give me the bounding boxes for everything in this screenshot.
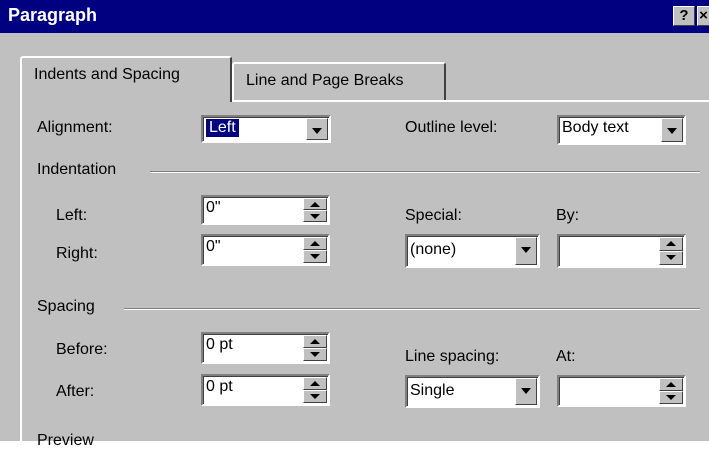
- alignment-label: Alignment:: [37, 119, 113, 136]
- tab-line-and-page-breaks[interactable]: Line and Page Breaks: [232, 62, 446, 102]
- spacing-before-label: Before:: [56, 341, 108, 358]
- chevron-down-icon[interactable]: [661, 118, 683, 142]
- indent-left-label: Left:: [56, 207, 88, 224]
- spin-up-icon[interactable]: [303, 377, 327, 390]
- spacing-before-input[interactable]: 0 pt: [201, 332, 330, 364]
- indent-right-value: 0": [206, 238, 221, 255]
- dialog-title: Paragraph: [8, 5, 98, 25]
- title-bar[interactable]: [0, 0, 709, 33]
- indent-right-input[interactable]: 0": [201, 234, 330, 266]
- close-button[interactable]: ×: [697, 6, 709, 26]
- outline-level-select[interactable]: Body text: [557, 115, 686, 145]
- at-label: At:: [556, 348, 576, 365]
- line-spacing-select[interactable]: Single: [405, 375, 540, 408]
- close-icon: ×: [699, 7, 708, 24]
- at-spinner[interactable]: [659, 378, 683, 404]
- spacing-after-spinner[interactable]: [303, 377, 327, 403]
- indent-left-input[interactable]: 0": [201, 195, 330, 225]
- chevron-down-icon[interactable]: [515, 237, 537, 265]
- chevron-down-icon[interactable]: [515, 378, 537, 405]
- spacing-divider: [124, 308, 700, 310]
- indent-left-value: 0": [206, 199, 221, 216]
- spin-up-icon[interactable]: [659, 237, 683, 251]
- spacing-after-value: 0 pt: [206, 378, 233, 395]
- by-input[interactable]: [557, 234, 686, 268]
- help-button[interactable]: ?: [673, 6, 695, 26]
- indent-left-spinner[interactable]: [303, 198, 327, 222]
- special-select[interactable]: (none): [405, 234, 540, 268]
- spin-up-icon[interactable]: [659, 378, 683, 391]
- spin-up-icon[interactable]: [303, 335, 327, 348]
- outline-level-label: Outline level:: [405, 119, 498, 136]
- tab-label: Indents and Spacing: [22, 66, 180, 83]
- at-input[interactable]: [557, 375, 686, 407]
- tab-label: Line and Page Breaks: [246, 72, 404, 89]
- help-icon: ?: [679, 7, 689, 24]
- preview-heading: Preview: [37, 432, 94, 449]
- special-value: (none): [410, 241, 457, 258]
- by-spinner[interactable]: [659, 237, 683, 265]
- alignment-value: Left: [205, 118, 240, 138]
- indentation-divider: [150, 171, 700, 173]
- line-spacing-value: Single: [410, 382, 455, 399]
- outline-level-value: Body text: [562, 119, 629, 136]
- spin-down-icon[interactable]: [659, 251, 683, 265]
- spacing-after-input[interactable]: 0 pt: [201, 374, 330, 406]
- indent-right-spinner[interactable]: [303, 237, 327, 263]
- tab-label-text: Indents and Spacing: [34, 66, 180, 83]
- spin-down-icon[interactable]: [303, 210, 327, 222]
- spin-down-icon[interactable]: [303, 390, 327, 403]
- line-spacing-label: Line spacing:: [405, 348, 500, 365]
- indent-right-label: Right:: [56, 245, 98, 262]
- spacing-heading: Spacing: [37, 298, 95, 315]
- spacing-before-spinner[interactable]: [303, 335, 327, 361]
- spin-up-icon[interactable]: [303, 198, 327, 210]
- spacing-after-label: After:: [56, 383, 95, 400]
- tab-indents-and-spacing[interactable]: Indents and Spacing: [20, 56, 232, 102]
- indentation-heading: Indentation: [37, 161, 117, 178]
- special-label: Special:: [405, 207, 462, 224]
- spin-down-icon[interactable]: [303, 348, 327, 361]
- by-label: By:: [556, 207, 580, 224]
- spacing-before-value: 0 pt: [206, 336, 233, 353]
- chevron-down-icon[interactable]: [306, 118, 328, 140]
- spin-down-icon[interactable]: [303, 250, 327, 263]
- spin-up-icon[interactable]: [303, 237, 327, 250]
- spin-down-icon[interactable]: [659, 391, 683, 404]
- alignment-select[interactable]: Left: [201, 115, 331, 143]
